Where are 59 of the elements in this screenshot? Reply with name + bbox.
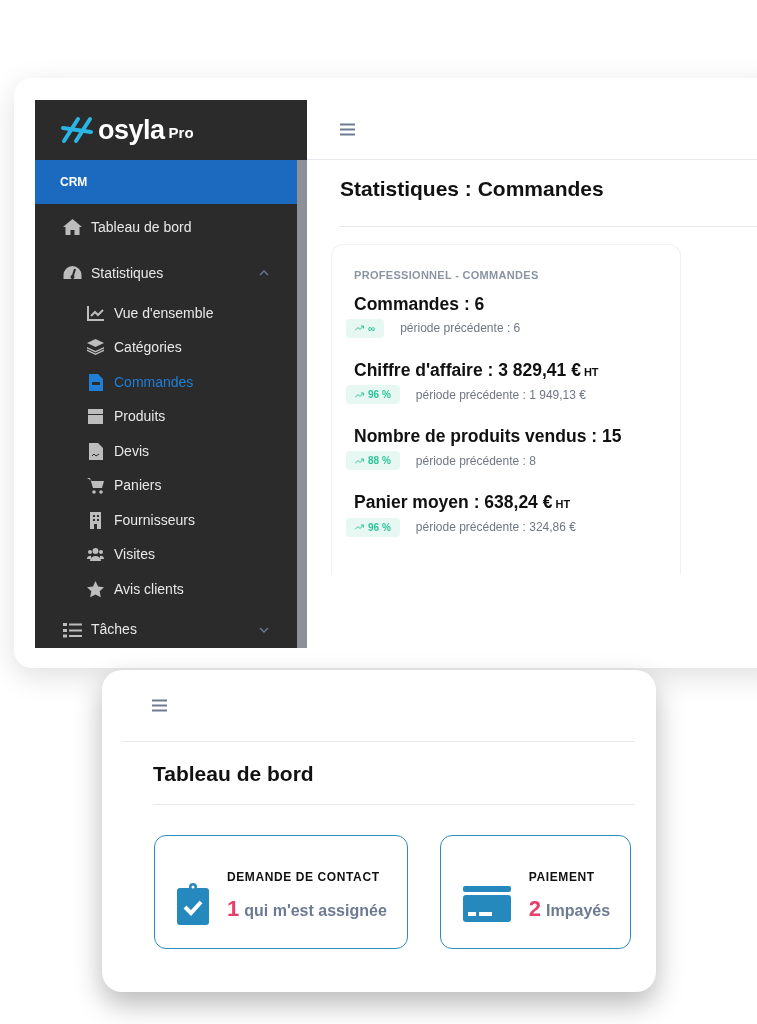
trend-badge: 88 % [346, 451, 400, 471]
building-icon [87, 511, 104, 529]
logo-icon [60, 115, 94, 145]
layers-icon [87, 339, 104, 357]
logo-suffix: Pro [168, 122, 194, 143]
section-header: CRM [35, 160, 297, 204]
tile-count: 1 [227, 895, 240, 923]
gauge-icon [63, 265, 82, 281]
star-icon [87, 580, 104, 598]
cart-icon [87, 477, 104, 495]
sidebar-item[interactable]: Tâches [35, 606, 297, 648]
sidebar-item[interactable]: Devis [35, 434, 297, 469]
checklist-icon [63, 621, 82, 638]
page-title: Statistiques : Commandes [340, 176, 605, 202]
chart-line-icon [87, 304, 104, 322]
previous-period-text: période précédente : 324,86 € [415, 519, 576, 537]
dashboard-tile[interactable]: DEMANDE DE CONTACT 1 qui m'est assignée [154, 834, 408, 949]
stat-label: Commandes : 6 [354, 292, 486, 316]
page-title: Tableau de bord [153, 761, 315, 787]
scrollbar[interactable] [297, 160, 307, 648]
trend-badge: 96 % [346, 385, 400, 405]
trend-up-icon [355, 391, 364, 398]
stat-label: Chiffre d'affaire : 3 829,41 € HT [354, 358, 600, 382]
trend-up-icon [355, 457, 364, 464]
previous-period-text: période précédente : 1 949,13 € [415, 386, 586, 404]
tile-title: PAIEMENT [528, 869, 596, 886]
sidebar-item[interactable]: Paniers [35, 468, 297, 503]
menu-icon[interactable] [152, 699, 167, 712]
box-icon [87, 408, 104, 426]
menu-icon[interactable] [340, 123, 355, 136]
users-icon [87, 546, 104, 564]
trend-up-icon [355, 524, 364, 531]
sidebar-item[interactable]: Visites [35, 537, 297, 572]
document-icon [87, 373, 104, 391]
sidebar-item[interactable]: Tableau de bord [35, 204, 297, 250]
home-icon [63, 219, 82, 235]
stat-label: Nombre de produits vendus : 15 [354, 425, 623, 449]
trend-badge: 96 % [346, 517, 400, 537]
trend-up-icon [355, 325, 364, 332]
sidebar-item[interactable]: Avis clients [35, 572, 297, 607]
tile-text: Impayés [546, 901, 611, 921]
tile-count: 2 [528, 895, 542, 923]
previous-period-text: période précédente : 8 [415, 452, 536, 470]
sidebar-item[interactable]: Vue d'ensemble [35, 296, 297, 331]
dashboard-tile[interactable]: PAIEMENT 2 Impayés [439, 834, 632, 949]
credit-card-icon [462, 885, 511, 922]
clipboard-check-icon [177, 882, 209, 925]
logo-text: osyla [98, 116, 165, 144]
card-heading: PROFESSIONNEL - COMMANDES [354, 268, 540, 284]
previous-period-text: période précédente : 6 [400, 320, 521, 338]
sidebar-item[interactable]: Catégories [35, 330, 297, 365]
trend-badge: ∞ [346, 318, 385, 338]
stat-label: Panier moyen : 638,24 € HT [354, 491, 572, 515]
tile-text: qui m'est assignée [244, 901, 387, 921]
document-icon [87, 442, 104, 460]
sidebar-item[interactable]: Fournisseurs [35, 503, 297, 538]
tile-title: DEMANDE DE CONTACT [227, 869, 381, 886]
sidebar-item[interactable]: Produits [35, 399, 297, 434]
sidebar-item[interactable]: Statistiques [35, 250, 297, 296]
